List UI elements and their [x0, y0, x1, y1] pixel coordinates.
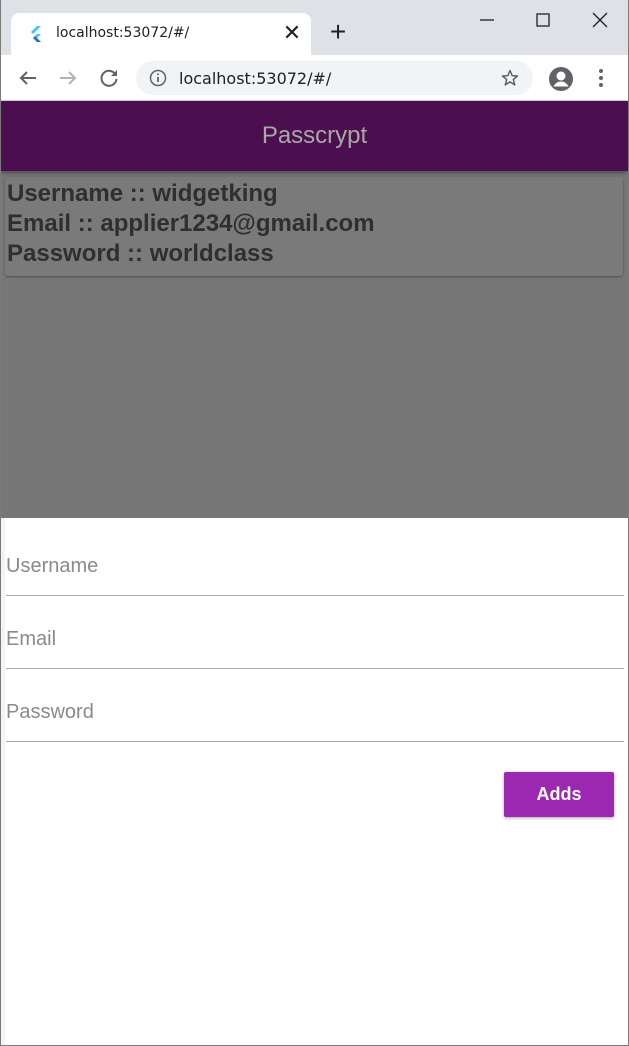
minimize-icon[interactable] — [475, 8, 499, 32]
entry-username: Username :: widgetking — [7, 180, 278, 207]
back-arrow-icon[interactable] — [16, 66, 40, 90]
maximize-icon[interactable] — [531, 8, 555, 32]
email-field[interactable] — [6, 597, 624, 669]
profile-icon[interactable] — [548, 66, 574, 92]
username-field[interactable] — [6, 524, 624, 596]
tab-close-icon[interactable]: ✕ — [281, 22, 303, 44]
entry-password: Password :: worldclass — [7, 240, 274, 267]
entries-list[interactable]: Username :: widgetking Email :: applier1… — [1, 171, 628, 518]
tab-title: localhost:53072/#/ — [56, 25, 190, 41]
entry-card[interactable]: Username :: widgetking Email :: applier1… — [5, 177, 623, 276]
app-bar: Passcrypt — [1, 101, 628, 171]
info-icon[interactable] — [149, 69, 167, 87]
menu-icon[interactable] — [591, 66, 611, 90]
close-window-icon[interactable] — [588, 8, 612, 32]
browser-window: localhost:53072/#/ ✕ + localhost:53072/#… — [0, 0, 629, 1046]
address-bar[interactable]: localhost:53072/#/ — [136, 61, 533, 95]
tab-strip: localhost:53072/#/ ✕ + — [1, 0, 628, 55]
forward-arrow-icon[interactable] — [56, 66, 80, 90]
username-input[interactable] — [6, 551, 624, 581]
app-viewport: Passcrypt Username :: widgetking Email :… — [1, 101, 628, 1045]
email-input[interactable] — [6, 624, 624, 654]
star-icon[interactable] — [500, 68, 520, 88]
adds-button[interactable]: Adds — [504, 772, 614, 817]
flutter-favicon — [31, 26, 41, 42]
app-title: Passcrypt — [261, 122, 368, 149]
url-text[interactable]: localhost:53072/#/ — [179, 69, 331, 88]
new-tab-icon[interactable]: + — [326, 18, 350, 46]
password-input[interactable] — [6, 697, 624, 727]
browser-toolbar: localhost:53072/#/ — [1, 55, 628, 101]
reload-icon[interactable] — [97, 66, 121, 90]
entry-email: Email :: applier1234@gmail.com — [7, 210, 375, 237]
browser-tab[interactable]: localhost:53072/#/ ✕ — [11, 13, 311, 55]
add-entry-sheet: Adds — [1, 518, 628, 1045]
password-field[interactable] — [6, 670, 624, 742]
